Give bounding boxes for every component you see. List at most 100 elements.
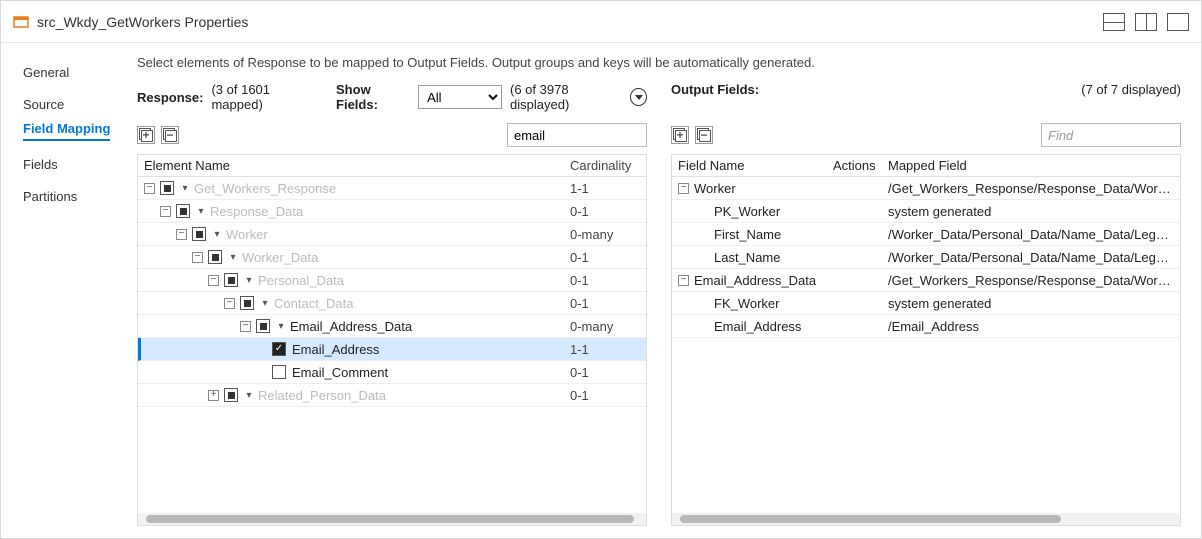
element-label: Personal_Data [258,273,344,288]
mapped-field-value: /Worker_Data/Personal_Data/Name_Data/Leg… [888,250,1174,265]
output-field-label: Email_Address_Data [694,273,816,288]
response-displayed-count: (6 of 3978 displayed) [510,82,622,112]
element-label: Related_Person_Data [258,388,386,403]
output-collapse-all-button[interactable]: − [695,126,713,144]
map-checkbox[interactable] [208,250,222,264]
tree-toggle[interactable]: − [224,298,235,309]
cardinality-header: Cardinality [570,158,640,173]
cardinality-value: 0-1 [570,273,640,288]
output-row[interactable]: FK_Workersystem generated [672,292,1180,315]
map-checkbox[interactable] [240,296,254,310]
show-fields-select[interactable]: All [418,85,502,109]
output-row[interactable]: Email_Address/Email_Address [672,315,1180,338]
map-checkbox[interactable] [256,319,270,333]
element-row[interactable]: − ▾ Email_Address_Data 0-many [138,315,646,338]
output-field-label: PK_Worker [714,204,780,219]
output-field-label: First_Name [714,227,781,242]
element-row[interactable]: − ▾ Worker_Data 0-1 [138,246,646,269]
expand-all-button[interactable]: + [137,126,155,144]
collapse-all-button[interactable]: − [161,126,179,144]
show-fields-label: Show Fields: [336,82,410,112]
output-row[interactable]: Last_Name/Worker_Data/Personal_Data/Name… [672,246,1180,269]
tree-toggle[interactable]: − [678,183,689,194]
mapped-field-value: /Email_Address [888,319,1174,334]
layout-switcher [1103,13,1189,31]
output-field-label: Email_Address [714,319,801,334]
layout-full-icon[interactable] [1167,13,1189,31]
output-fields-label: Output Fields: [671,82,759,97]
map-checkbox[interactable] [160,181,174,195]
output-row[interactable]: −Email_Address_Data/Get_Workers_Response… [672,269,1180,292]
output-row[interactable]: −Worker/Get_Workers_Response/Response_Da… [672,177,1180,200]
cardinality-value: 1-1 [570,342,640,357]
sidebar-item-general[interactable]: General [23,57,129,89]
cardinality-value: 0-1 [570,365,640,380]
element-label: Email_Address_Data [290,319,412,334]
mapped-field-value: /Worker_Data/Personal_Data/Name_Data/Leg… [888,227,1174,242]
tree-toggle[interactable]: + [208,390,219,401]
sidebar-item-partitions[interactable]: Partitions [23,181,129,213]
sidebar-item-fields[interactable]: Fields [23,149,129,181]
element-label: Email_Address [292,342,379,357]
tree-toggle[interactable]: − [240,321,251,332]
element-row[interactable]: −▾Worker0-many [138,223,646,246]
output-field-label: Last_Name [714,250,780,265]
filter-menu-button[interactable] [630,88,647,106]
actions-header: Actions [833,158,888,173]
element-row[interactable]: −▾Response_Data0-1 [138,200,646,223]
element-row[interactable]: Email_Address 1-1 [138,338,646,361]
element-row[interactable]: − ▾ Personal_Data 0-1 [138,269,646,292]
output-row[interactable]: PK_Worker system generated [672,200,1180,223]
element-label: Get_Workers_Response [194,181,336,196]
layout-split-icon[interactable] [1135,13,1157,31]
element-search-input[interactable] [507,123,647,147]
chevron-down-icon: ▾ [196,206,206,217]
element-name-header: Element Name [144,158,570,173]
element-row[interactable]: −▾Contact_Data0-1 [138,292,646,315]
tree-toggle[interactable]: − [208,275,219,286]
chevron-down-icon: ▾ [276,321,286,332]
sidebar: GeneralSourceField Mapping FieldsPartitio… [1,43,129,538]
map-checkbox[interactable] [192,227,206,241]
response-label: Response: [137,90,203,105]
map-checkbox[interactable] [176,204,190,218]
response-panel: + − Element Name Cardinality −▾Get_Worke… [137,120,647,526]
element-row[interactable]: Email_Comment0-1 [138,361,646,384]
tree-toggle[interactable]: − [160,206,171,217]
map-checkbox[interactable] [224,273,238,287]
output-h-scrollbar[interactable] [672,513,1180,525]
element-row[interactable]: −▾Get_Workers_Response1-1 [138,177,646,200]
tree-toggle[interactable]: − [144,183,155,194]
response-h-scrollbar[interactable] [138,513,646,525]
mapped-field-header: Mapped Field [888,158,1174,173]
element-label: Contact_Data [274,296,354,311]
cardinality-value: 0-1 [570,388,640,403]
element-row[interactable]: +▾Related_Person_Data0-1 [138,384,646,407]
sidebar-item-field-mapping[interactable]: Field Mapping [23,121,110,141]
output-search-input[interactable] [1041,123,1181,147]
layout-bottom-icon[interactable] [1103,13,1125,31]
output-expand-all-button[interactable]: + [671,126,689,144]
cardinality-value: 0-1 [570,250,640,265]
element-label: Response_Data [210,204,303,219]
tree-toggle[interactable]: − [176,229,187,240]
tree-toggle[interactable]: − [678,275,689,286]
element-label: Worker_Data [242,250,318,265]
cardinality-value: 0-many [570,319,640,334]
map-checkbox[interactable] [272,365,286,379]
output-row[interactable]: First_Name/Worker_Data/Personal_Data/Nam… [672,223,1180,246]
sidebar-item-source[interactable]: Source [23,89,129,121]
source-icon [13,14,29,30]
mapped-field-value: system generated [888,296,1174,311]
chevron-down-icon: ▾ [228,252,238,263]
map-checkbox[interactable] [272,342,286,356]
map-checkbox[interactable] [224,388,238,402]
element-label: Worker [226,227,268,242]
output-displayed-count: (7 of 7 displayed) [1081,82,1181,97]
cardinality-value: 0-many [570,227,640,242]
chevron-down-icon: ▾ [244,275,254,286]
mapped-field-value: system generated [888,204,1174,219]
instruction-text: Select elements of Response to be mapped… [137,55,1181,70]
mapped-field-value: /Get_Workers_Response/Response_Data/Work… [888,273,1174,288]
tree-toggle[interactable]: − [192,252,203,263]
